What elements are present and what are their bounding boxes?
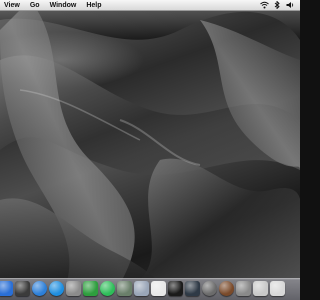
menu-window[interactable]: Window <box>45 0 82 11</box>
activity-monitor-icon[interactable] <box>185 281 200 296</box>
globe-icon[interactable] <box>202 281 217 296</box>
menu-bar: View Go Window Help <box>0 0 300 11</box>
chat-icon[interactable] <box>117 281 132 296</box>
iphoto-icon[interactable] <box>66 281 81 296</box>
trash-icon[interactable] <box>270 281 285 296</box>
terminal-icon[interactable] <box>168 281 183 296</box>
itunes-icon[interactable] <box>49 281 64 296</box>
menu-help[interactable]: Help <box>81 0 106 11</box>
desktop-wallpaper <box>0 0 300 300</box>
dock <box>0 278 300 300</box>
ical-icon[interactable] <box>151 281 166 296</box>
chess-icon[interactable] <box>219 281 234 296</box>
system-preferences-icon[interactable] <box>236 281 251 296</box>
menu-view[interactable]: View <box>0 0 25 11</box>
dock-icon-row <box>0 281 285 296</box>
preview-icon[interactable] <box>134 281 149 296</box>
volume-icon[interactable] <box>286 1 294 9</box>
wifi-icon[interactable] <box>260 1 269 9</box>
safari-icon[interactable] <box>32 281 47 296</box>
bluetooth-icon[interactable] <box>273 0 281 10</box>
status-area <box>260 0 300 10</box>
dashboard-icon[interactable] <box>15 281 30 296</box>
calculator-icon[interactable] <box>253 281 268 296</box>
finder-icon[interactable] <box>0 281 13 296</box>
menu-go[interactable]: Go <box>25 0 45 11</box>
app-icon-green[interactable] <box>83 281 98 296</box>
satin-folds <box>0 0 300 300</box>
spotify-icon[interactable] <box>100 281 115 296</box>
